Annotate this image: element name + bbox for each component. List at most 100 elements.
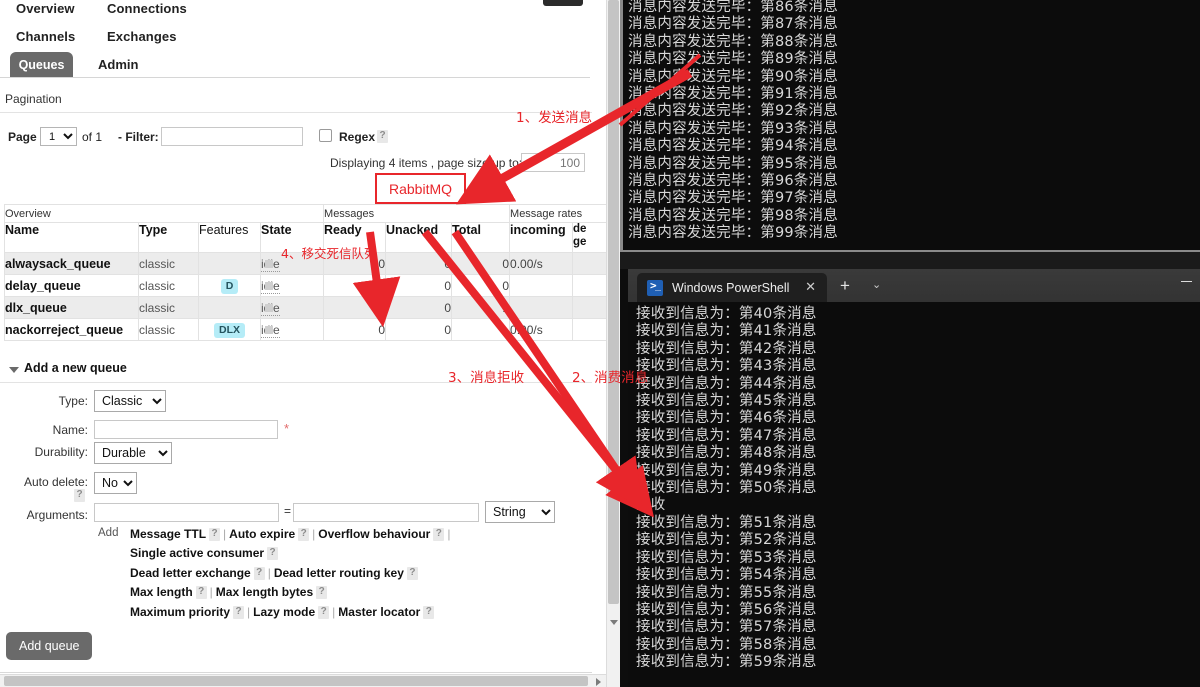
message-ttl-help-icon[interactable]: ? <box>209 528 221 542</box>
arg-link-maximum-priority[interactable]: Maximum priority <box>130 605 230 619</box>
minimize-icon[interactable] <box>1181 281 1192 282</box>
windows-terminal-window: Windows PowerShell ✕ + ⌄ 接收到信息为：第40条消息 接… <box>628 269 1200 687</box>
add-argument-label[interactable]: Add <box>98 527 118 539</box>
overflow-behaviour-help-icon[interactable]: ? <box>433 528 445 542</box>
producer-console[interactable]: 消息内容发送完毕：第86条消息 消息内容发送完毕：第87条消息 消息内容发送完毕… <box>620 0 1200 252</box>
table-row[interactable]: nackorreject_queue classic DLX idle 0 0 … <box>4 318 616 341</box>
tab-queues[interactable]: Queues <box>10 52 73 77</box>
maximum-priority-help-icon[interactable]: ? <box>233 606 245 620</box>
group-header-messages: Messages <box>323 204 511 223</box>
queue-incoming-rate: 0.00/s <box>509 252 574 275</box>
single-active-consumer-help-icon[interactable]: ? <box>267 547 279 561</box>
state-indicator <box>265 326 273 334</box>
filter-input[interactable] <box>161 127 303 146</box>
new-tab-icon[interactable]: + <box>840 277 850 294</box>
regex-help-icon[interactable]: ? <box>377 130 388 143</box>
type-select[interactable]: Classic <box>94 390 166 412</box>
page-number-select[interactable]: 1 <box>40 127 77 146</box>
vertical-scrollbar[interactable] <box>606 0 620 687</box>
arg-link-max-length[interactable]: Max length <box>130 585 193 599</box>
dead-letter-routing-key-help-icon[interactable]: ? <box>406 567 418 581</box>
queue-state: idle <box>259 296 325 319</box>
console-line: 接收到信息为：第51条消息 <box>636 514 817 531</box>
queue-state: idle <box>259 274 325 297</box>
argument-equals-sign: = <box>284 504 292 518</box>
col-name[interactable]: Name <box>4 222 139 253</box>
regex-checkbox[interactable] <box>319 129 332 142</box>
queue-incoming-rate <box>509 296 574 319</box>
queue-incoming-rate: 0.00/s <box>509 318 574 341</box>
arg-link-message-ttl[interactable]: Message TTL <box>130 527 206 541</box>
nav-item-connections[interactable]: Connections <box>107 1 187 16</box>
master-locator-help-icon[interactable]: ? <box>423 606 435 620</box>
arg-link-auto-expire[interactable]: Auto expire <box>229 527 295 541</box>
group-header-message-rates: Message rates <box>509 204 616 223</box>
arg-link-single-active-consumer[interactable]: Single active consumer <box>130 546 264 560</box>
dead-letter-exchange-help-icon[interactable]: ? <box>253 567 265 581</box>
queue-total: 0 <box>451 274 511 297</box>
queue-ready: 1 <box>323 296 387 319</box>
arg-link-overflow-behaviour[interactable]: Overflow behaviour <box>318 527 430 541</box>
durability-select[interactable]: Durable <box>94 442 172 464</box>
filter-label: - Filter: <box>118 130 159 144</box>
console-line-reject: 拒收 <box>636 497 666 514</box>
page-size-input[interactable]: 100 <box>521 153 585 172</box>
console-line: 接收到信息为：第48条消息 <box>636 445 817 462</box>
tab-admin[interactable]: Admin <box>98 52 138 77</box>
close-icon[interactable]: ✕ <box>805 280 816 294</box>
footer-divider <box>0 672 592 673</box>
lazy-mode-help-icon[interactable]: ? <box>318 606 330 620</box>
horizontal-scrollbar-thumb[interactable] <box>4 676 588 686</box>
chevron-down-icon[interactable]: ⌄ <box>872 280 881 291</box>
col-features[interactable]: Features <box>198 222 261 253</box>
terminal-tab-label: Windows PowerShell <box>672 280 790 295</box>
col-incoming[interactable]: incoming <box>509 222 574 253</box>
col-unacked[interactable]: Unacked <box>385 222 453 253</box>
queue-name[interactable]: alwaysack_queue <box>4 252 139 275</box>
nav-item-exchanges[interactable]: Exchanges <box>107 29 177 44</box>
arg-link-row-1: Message TTL? | Auto expire? | Overflow behav… <box>130 527 451 542</box>
queue-name[interactable]: delay_queue <box>4 274 139 297</box>
nav-item-overview[interactable]: Overview <box>16 1 75 16</box>
queue-ready: 0 <box>323 318 387 341</box>
arg-link-dead-letter-exchange[interactable]: Dead letter exchange <box>130 566 251 580</box>
console-line: 接收到信息为：第52条消息 <box>636 532 817 549</box>
add-queue-section-title[interactable]: Add a new queue <box>24 361 127 375</box>
name-input[interactable] <box>94 420 278 439</box>
add-queue-button[interactable]: Add queue <box>6 632 93 660</box>
queue-incoming-rate <box>509 274 574 297</box>
console-line: 接收到信息为：第45条消息 <box>636 393 817 410</box>
vertical-scrollbar-thumb[interactable] <box>608 0 619 604</box>
col-type[interactable]: Type <box>138 222 199 253</box>
arg-link-dead-letter-routing-key[interactable]: Dead letter routing key <box>274 566 404 580</box>
table-row[interactable]: delay_queue classic D idle 0 0 0 <box>4 274 616 297</box>
col-total[interactable]: Total <box>451 222 511 253</box>
queue-name[interactable]: nackorreject_queue <box>4 318 139 341</box>
scroll-right-arrow-icon[interactable] <box>596 678 601 686</box>
queue-state: idle <box>259 318 325 341</box>
console-line: 接收到信息为：第57条消息 <box>636 619 817 636</box>
arg-link-master-locator[interactable]: Master locator <box>338 605 420 619</box>
scroll-down-arrow-icon[interactable] <box>610 620 618 625</box>
feature-badge-dlx: DLX <box>214 322 245 338</box>
max-length-bytes-help-icon[interactable]: ? <box>316 586 328 600</box>
auto-expire-help-icon[interactable]: ? <box>298 528 310 542</box>
max-length-help-icon[interactable]: ? <box>195 586 207 600</box>
terminal-tab-powershell[interactable]: Windows PowerShell ✕ <box>637 273 827 302</box>
nav-item-channels[interactable]: Channels <box>16 29 75 44</box>
auto-delete-select[interactable]: No <box>94 472 137 494</box>
arg-link-lazy-mode[interactable]: Lazy mode <box>253 605 315 619</box>
horizontal-scrollbar[interactable] <box>0 674 606 687</box>
table-row[interactable]: dlx_queue classic idle 1 0 1 <box>4 296 616 319</box>
collapse-triangle-icon[interactable] <box>9 367 19 373</box>
auto-delete-help-icon[interactable]: ? <box>74 489 85 502</box>
queue-type: classic <box>138 252 199 275</box>
queue-type: classic <box>138 274 199 297</box>
argument-value-input[interactable] <box>293 503 479 522</box>
argument-key-input[interactable] <box>94 503 279 522</box>
queue-total <box>451 318 511 341</box>
queue-name[interactable]: dlx_queue <box>4 296 139 319</box>
consumer-console[interactable]: 接收到信息为：第40条消息 接收到信息为：第41条消息 接收到信息为：第42条消… <box>628 302 1200 687</box>
arg-link-max-length-bytes[interactable]: Max length bytes <box>216 585 313 599</box>
argument-type-select[interactable]: String <box>485 501 555 523</box>
